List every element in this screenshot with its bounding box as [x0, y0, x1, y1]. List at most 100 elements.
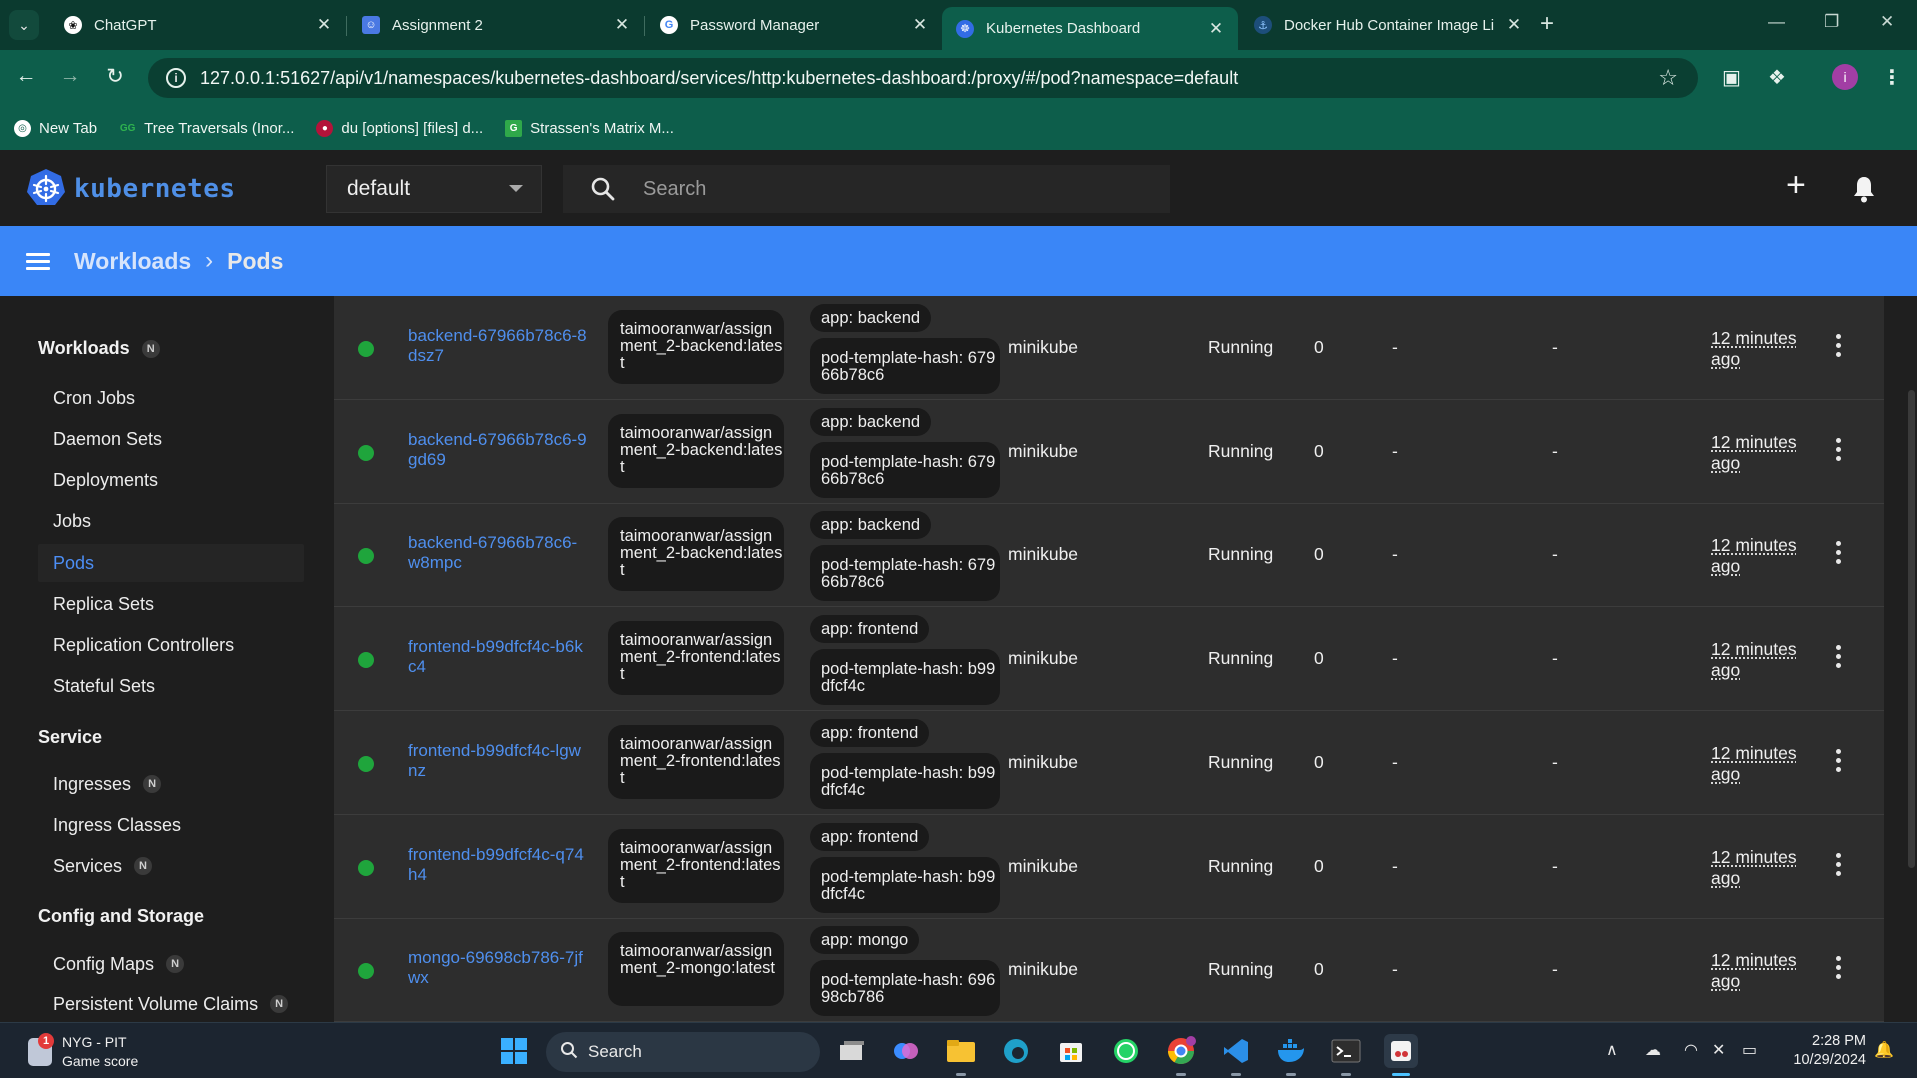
close-icon[interactable]: ✕ [1206, 19, 1226, 39]
node-name[interactable]: minikube [1008, 959, 1078, 980]
pod-age: 12 minutes ago [1711, 743, 1797, 784]
hamburger-menu-icon[interactable] [26, 249, 50, 274]
more-actions-icon[interactable] [1834, 438, 1842, 465]
pod-name-link[interactable]: frontend-b99dfcf4c-q74h4 [408, 845, 588, 885]
bookmark-tree-traversals[interactable]: GG Tree Traversals (Inor... [119, 120, 295, 137]
sidebar-item-daemon-sets[interactable]: Daemon Sets [38, 420, 304, 458]
volume-muted-icon[interactable]: ✕ [1712, 1040, 1725, 1060]
node-name[interactable]: minikube [1008, 544, 1078, 565]
profile-avatar[interactable]: i [1832, 64, 1858, 90]
more-actions-icon[interactable] [1834, 749, 1842, 776]
node-name[interactable]: minikube [1008, 752, 1078, 773]
site-info-icon[interactable]: i [166, 68, 186, 88]
sidebar-item-persistent-volume-claims[interactable]: Persistent Volume Claims N [38, 985, 304, 1022]
sidebar-item-jobs[interactable]: Jobs [38, 502, 304, 540]
bookmark-new-tab[interactable]: ◎ New Tab [14, 119, 97, 137]
pod-name-link[interactable]: backend-67966b78c6-8dsz7 [408, 326, 588, 366]
node-name[interactable]: minikube [1008, 856, 1078, 877]
sidebar-item-ingresses[interactable]: Ingresses N [38, 765, 304, 803]
sidebar-section-service[interactable]: Service [38, 727, 102, 748]
task-view-icon[interactable] [835, 1034, 869, 1068]
copilot-icon[interactable] [889, 1034, 923, 1068]
pod-name-link[interactable]: mongo-69698cb786-7jfwx [408, 948, 588, 988]
sidebar-item-services[interactable]: Services N [38, 847, 304, 885]
browser-menu-icon[interactable]: ⋮ [1882, 65, 1902, 90]
sidebar-item-label: Jobs [53, 510, 92, 531]
wifi-icon[interactable]: ◠ [1684, 1040, 1698, 1060]
camera-icon[interactable]: ▣ [1722, 65, 1741, 90]
more-actions-icon[interactable] [1834, 853, 1842, 880]
more-actions-icon[interactable] [1834, 334, 1842, 361]
sports-widget[interactable]: 1 NYG - PIT Game score [28, 1033, 138, 1071]
edge-icon[interactable] [999, 1034, 1033, 1068]
sidebar-item-cron-jobs[interactable]: Cron Jobs [38, 379, 304, 417]
tab-kubernetes-dashboard[interactable]: ☸ Kubernetes Dashboard ✕ [942, 7, 1238, 50]
breadcrumb-workloads[interactable]: Workloads [74, 248, 191, 275]
namespace-selector[interactable]: default [326, 165, 542, 213]
pod-name-link[interactable]: frontend-b99dfcf4c-lgwnz [408, 741, 588, 781]
notification-bell-icon[interactable]: 🔔 [1874, 1040, 1894, 1060]
sidebar-item-replica-sets[interactable]: Replica Sets [38, 585, 304, 623]
whatsapp-icon[interactable] [1109, 1034, 1143, 1068]
tab-chatgpt[interactable]: ❀ ChatGPT ✕ [50, 7, 346, 43]
sidebar-item-stateful-sets[interactable]: Stateful Sets [38, 667, 304, 705]
pod-name-link[interactable]: backend-67966b78c6-9gd69 [408, 430, 588, 470]
notifications-bell-icon[interactable] [1852, 175, 1876, 203]
extensions-icon[interactable]: ❖ [1768, 65, 1786, 90]
create-resource-button[interactable]: + [1786, 166, 1806, 205]
tab-search-button[interactable]: ⌄ [9, 10, 39, 40]
bookmark-du-options[interactable]: ● du [options] [files] d... [316, 119, 483, 137]
pod-name-link[interactable]: backend-67966b78c6-w8mpc [408, 533, 588, 573]
microsoft-store-icon[interactable] [1054, 1034, 1088, 1068]
bookmark-strassens[interactable]: G Strassen's Matrix M... [505, 119, 674, 137]
sidebar-section-workloads[interactable]: Workloads N [38, 338, 160, 359]
browser-toolbar: ← → ↻ i 127.0.0.1:51627/api/v1/namespace… [0, 50, 1917, 106]
minimize-button[interactable]: — [1768, 12, 1785, 32]
search-input[interactable] [643, 165, 1170, 213]
sidebar-item-ingress-classes[interactable]: Ingress Classes [38, 806, 304, 844]
close-icon[interactable]: ✕ [910, 15, 930, 35]
tab-docker-hub[interactable]: ⚓ Docker Hub Container Image Li ✕ [1240, 7, 1536, 43]
sidebar-item-deployments[interactable]: Deployments [38, 461, 304, 499]
terminal-icon[interactable] [1329, 1034, 1363, 1076]
sidebar-item-config-maps[interactable]: Config Maps N [38, 945, 304, 983]
brand-name[interactable]: kubernetes [74, 174, 236, 204]
node-name[interactable]: minikube [1008, 441, 1078, 462]
pod-name-link[interactable]: frontend-b99dfcf4c-b6kc4 [408, 637, 588, 677]
chrome-icon[interactable] [1164, 1034, 1198, 1076]
taskbar-search[interactable]: Search [546, 1032, 820, 1072]
scrollbar-thumb[interactable] [1908, 390, 1915, 868]
node-name[interactable]: minikube [1008, 648, 1078, 669]
windows-start-icon[interactable] [497, 1034, 531, 1068]
node-name[interactable]: minikube [1008, 337, 1078, 358]
close-icon[interactable]: ✕ [1504, 15, 1524, 35]
tab-password-manager[interactable]: G Password Manager ✕ [646, 7, 942, 43]
show-hidden-icons-chevron-icon[interactable]: ∧ [1606, 1040, 1618, 1060]
address-bar[interactable]: i 127.0.0.1:51627/api/v1/namespaces/kube… [148, 58, 1698, 98]
onedrive-offline-icon[interactable]: ☁ [1645, 1040, 1661, 1060]
forward-icon[interactable]: → [56, 64, 84, 88]
close-icon[interactable]: ✕ [612, 15, 632, 35]
more-actions-icon[interactable] [1834, 956, 1842, 983]
sidebar-section-config-storage[interactable]: Config and Storage [38, 906, 204, 927]
more-actions-icon[interactable] [1834, 645, 1842, 672]
reload-icon[interactable]: ↻ [101, 64, 129, 89]
search-icon [563, 176, 643, 202]
close-icon[interactable]: ✕ [314, 15, 334, 35]
docker-icon[interactable] [1274, 1034, 1308, 1076]
snipping-tool-icon[interactable] [1384, 1034, 1418, 1076]
back-icon[interactable]: ← [12, 64, 40, 88]
sidebar-item-label: Daemon Sets [53, 428, 163, 449]
file-explorer-icon[interactable] [944, 1034, 978, 1076]
restore-button[interactable]: ❐ [1824, 12, 1839, 32]
sidebar-item-replication-controllers[interactable]: Replication Controllers [38, 626, 304, 664]
tab-assignment-2[interactable]: ☺ Assignment 2 ✕ [348, 7, 644, 43]
sidebar-item-pods[interactable]: Pods [38, 544, 304, 582]
vscode-icon[interactable] [1219, 1034, 1253, 1076]
more-actions-icon[interactable] [1834, 541, 1842, 568]
close-window-button[interactable]: ✕ [1880, 12, 1894, 32]
system-clock[interactable]: 2:28 PM 10/29/2024 [1740, 1032, 1866, 1070]
new-tab-button[interactable]: + [1540, 10, 1554, 38]
bookmark-star-icon[interactable]: ☆ [1658, 65, 1678, 91]
kubernetes-logo-icon[interactable] [26, 168, 66, 208]
